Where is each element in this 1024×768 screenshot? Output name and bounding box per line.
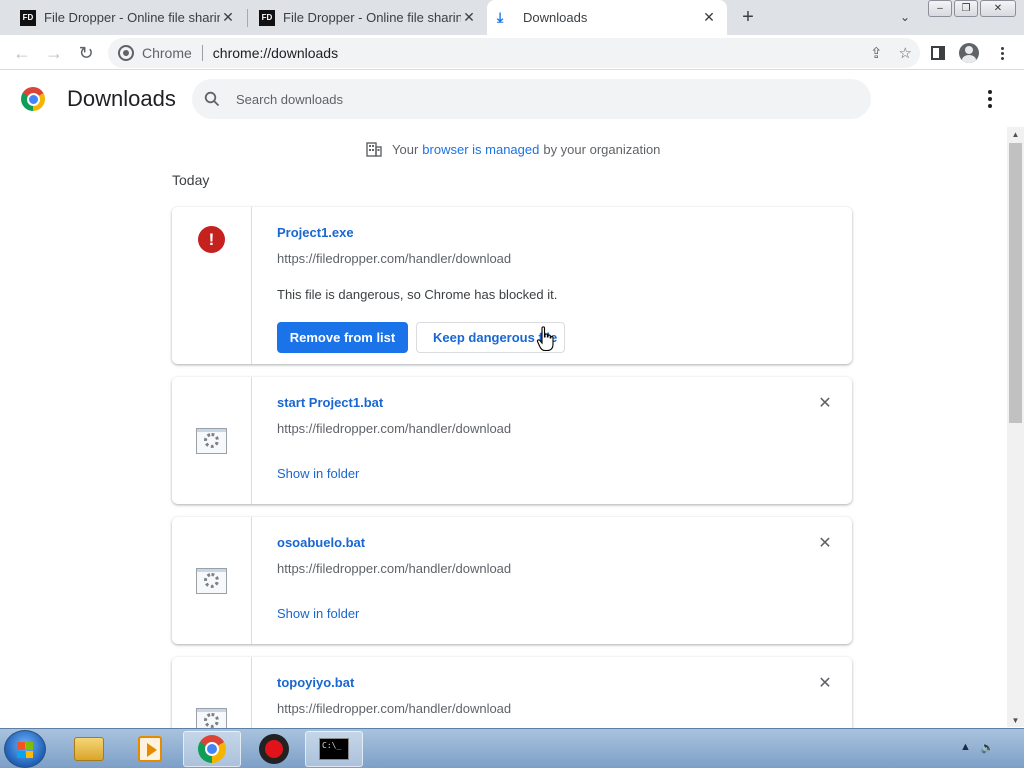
batch-file-icon <box>196 428 227 454</box>
download-icon: ⤓ <box>497 9 504 25</box>
start-button[interactable] <box>4 730 46 768</box>
tray-expand-icon[interactable]: ▲ <box>960 741 971 754</box>
reload-icon[interactable]: ↻ <box>74 41 98 65</box>
folder-icon <box>74 737 104 761</box>
managed-text-after: by your organization <box>543 141 661 157</box>
download-icon-column <box>172 517 252 644</box>
download-filename[interactable]: Project1.exe <box>277 225 354 240</box>
side-panel-icon[interactable] <box>926 41 950 65</box>
tab-strip: FD File Dropper - Online file sharing ✕ … <box>0 0 1024 35</box>
restore-button[interactable]: ❐ <box>954 0 978 17</box>
omnibox-separator <box>201 45 203 61</box>
window-controls: – ❐ ✕ <box>928 0 1018 18</box>
tab-file-dropper-1[interactable]: FD File Dropper - Online file sharing ✕ <box>10 0 246 35</box>
file-dropper-favicon: FD <box>259 9 275 26</box>
windows-logo-icon <box>17 742 33 758</box>
search-downloads-field[interactable]: Search downloads <box>192 79 871 119</box>
remove-item-close-icon[interactable]: ✕ <box>816 534 834 552</box>
danger-warning-text: This file is dangerous, so Chrome has bl… <box>277 287 558 302</box>
tab-title: File Dropper - Online file sharing <box>44 10 220 25</box>
windows-taskbar: C:\_ ▲ 🔈 <box>0 728 1024 768</box>
taskbar-chrome[interactable] <box>183 731 241 767</box>
command-prompt-icon: C:\_ <box>319 738 349 760</box>
downloads-menu-icon[interactable] <box>980 87 1000 111</box>
forward-arrow-icon[interactable]: → <box>42 41 66 65</box>
error-icon: ! <box>198 226 225 253</box>
remove-from-list-button[interactable]: Remove from list <box>277 322 408 353</box>
minimize-button[interactable]: – <box>928 0 952 17</box>
file-dropper-favicon: FD <box>20 9 36 26</box>
taskbar-media-player[interactable] <box>121 731 179 767</box>
tab-title: File Dropper - Online file sharing <box>283 10 461 25</box>
show-in-folder-link[interactable]: Show in folder <box>277 606 359 621</box>
taskbar-recorder[interactable] <box>245 731 303 767</box>
page-scrollbar[interactable]: ▲ ▼ <box>1007 127 1024 727</box>
chip-label: Chrome <box>142 45 192 61</box>
tab-close-icon[interactable]: ✕ <box>461 9 477 26</box>
chrome-logo-icon <box>21 87 45 111</box>
download-item: topoyiyo.bat https://filedropper.com/han… <box>172 657 852 728</box>
download-filename[interactable]: topoyiyo.bat <box>277 675 354 690</box>
back-arrow-icon[interactable]: ← <box>10 41 34 65</box>
tab-close-icon[interactable]: ✕ <box>220 9 236 26</box>
hand-cursor-icon <box>536 326 554 352</box>
tab-separator <box>247 9 248 27</box>
chrome-page-chip[interactable]: Chrome <box>108 45 192 61</box>
download-icon-column: ! <box>172 207 252 364</box>
date-section-heading: Today <box>172 172 210 188</box>
tab-file-dropper-2[interactable]: FD File Dropper - Online file sharing ✕ <box>249 0 487 35</box>
profile-avatar-icon[interactable] <box>957 41 981 65</box>
chrome-icon <box>198 735 226 763</box>
record-icon <box>259 734 289 764</box>
building-icon <box>366 142 382 157</box>
download-url[interactable]: https://filedropper.com/handler/download <box>277 561 511 576</box>
download-icon-column <box>172 377 252 504</box>
batch-file-icon <box>196 708 227 728</box>
volume-icon[interactable]: 🔈 <box>981 741 995 754</box>
tab-title: Downloads <box>523 10 588 25</box>
download-icon-column <box>172 657 252 728</box>
search-icon <box>192 91 232 107</box>
managed-notice: Your browser is managed by your organiza… <box>366 140 660 158</box>
downloads-header: Downloads Search downloads <box>0 71 1024 127</box>
download-item: start Project1.bat https://filedropper.c… <box>172 377 852 504</box>
download-url[interactable]: https://filedropper.com/handler/download <box>277 251 511 266</box>
close-window-button[interactable]: ✕ <box>980 0 1016 17</box>
download-item-dangerous: ! Project1.exe https://filedropper.com/h… <box>172 207 852 364</box>
remove-item-close-icon[interactable]: ✕ <box>816 674 834 692</box>
new-tab-button[interactable]: + <box>736 5 760 29</box>
download-url[interactable]: https://filedropper.com/handler/download <box>277 701 511 716</box>
search-placeholder: Search downloads <box>236 91 343 107</box>
browser-toolbar: ← → ↻ Chrome chrome://downloads ⇪ ☆ <box>0 35 1024 70</box>
chrome-logo-icon <box>118 45 134 61</box>
browser-managed-link[interactable]: browser is managed <box>422 142 539 157</box>
tab-search-chevron-icon[interactable]: ⌄ <box>895 7 915 27</box>
bookmark-star-icon[interactable]: ☆ <box>899 44 912 62</box>
download-item: osoabuelo.bat https://filedropper.com/ha… <box>172 517 852 644</box>
page-title: Downloads <box>67 86 176 111</box>
taskbar-command-prompt[interactable]: C:\_ <box>305 731 363 767</box>
download-filename[interactable]: start Project1.bat <box>277 395 383 410</box>
scroll-down-arrow-icon[interactable]: ▼ <box>1007 713 1024 727</box>
media-player-icon <box>138 736 162 762</box>
scroll-up-arrow-icon[interactable]: ▲ <box>1007 127 1024 141</box>
tab-close-icon[interactable]: ✕ <box>701 9 717 26</box>
system-tray: ▲ 🔈 <box>960 741 995 754</box>
tab-downloads[interactable]: ⤓ Downloads ✕ <box>487 0 727 35</box>
taskbar-file-explorer[interactable] <box>60 731 118 767</box>
scrollbar-thumb[interactable] <box>1009 143 1022 423</box>
browser-menu-icon[interactable] <box>990 41 1014 65</box>
batch-file-icon <box>196 568 227 594</box>
remove-item-close-icon[interactable]: ✕ <box>816 394 834 412</box>
address-bar[interactable]: Chrome chrome://downloads ⇪ ☆ <box>108 38 920 68</box>
download-url[interactable]: https://filedropper.com/handler/download <box>277 421 511 436</box>
share-icon[interactable]: ⇪ <box>870 44 883 62</box>
url-text[interactable]: chrome://downloads <box>213 45 338 61</box>
managed-text-before: Your <box>392 141 419 157</box>
download-filename[interactable]: osoabuelo.bat <box>277 535 365 550</box>
show-in-folder-link[interactable]: Show in folder <box>277 466 359 481</box>
